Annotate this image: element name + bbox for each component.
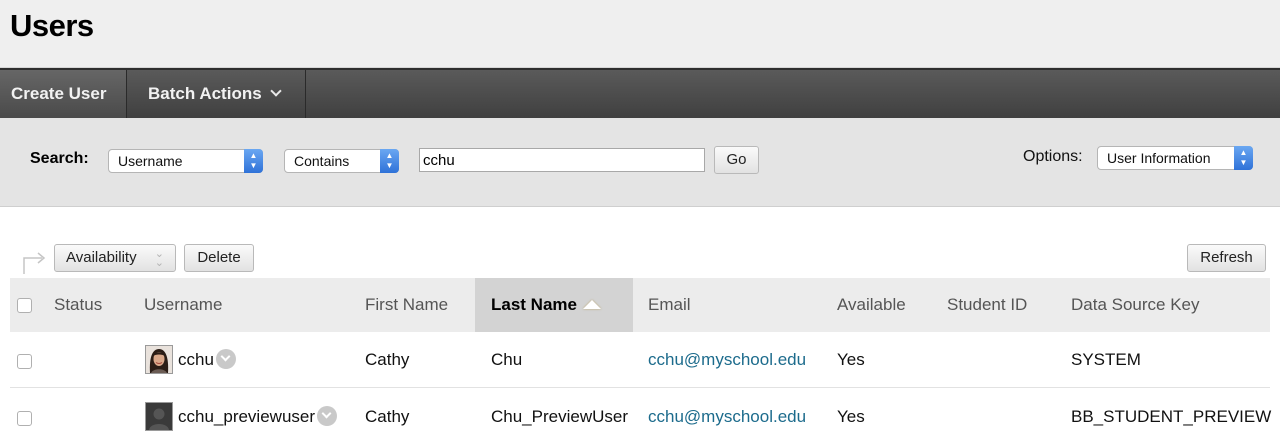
search-field-select[interactable]: Username ▲ ▼ [108, 149, 263, 173]
availability-label: Availability [66, 249, 137, 266]
last-name-cell: Chu [491, 350, 523, 369]
create-user-button[interactable]: Create User [0, 70, 127, 118]
email-link[interactable]: cchu@myschool.edu [648, 389, 806, 443]
row-checkbox[interactable] [17, 411, 32, 426]
column-last-name[interactable]: Last Name [475, 278, 633, 332]
available-cell: Yes [837, 407, 865, 426]
column-status[interactable]: Status [54, 278, 102, 332]
username-cell[interactable]: cchu_previewuser [178, 389, 338, 443]
delete-button[interactable]: Delete [184, 244, 254, 272]
batch-actions-menu[interactable]: Batch Actions [127, 70, 306, 118]
user-avatar [145, 345, 173, 374]
username-text: cchu [178, 350, 214, 369]
column-username[interactable]: Username [144, 278, 222, 332]
search-operator-value: Contains [294, 153, 350, 169]
search-label: Search: [30, 150, 89, 167]
batch-actions-label: Batch Actions [148, 84, 262, 103]
username-cell[interactable]: cchu [178, 332, 236, 388]
options-value: User Information [1107, 150, 1211, 166]
availability-button[interactable]: Availability ⌄ ⌄ [54, 244, 176, 272]
username-text: cchu_previewuser [178, 407, 316, 426]
double-chevron-down-icon: ⌄ ⌄ [154, 248, 164, 269]
column-available[interactable]: Available [837, 278, 906, 332]
column-data-source-key[interactable]: Data Source Key [1071, 278, 1200, 332]
select-arrows-icon: ▲ ▼ [1234, 146, 1253, 170]
context-menu-icon[interactable] [215, 348, 236, 369]
action-bar: Create User Batch Actions [0, 68, 1280, 118]
options-label: Options: [1023, 148, 1083, 165]
select-arrows-icon: ▲ ▼ [244, 149, 263, 173]
context-menu-icon[interactable] [317, 405, 338, 426]
search-bar: Search: Username ▲▼ Contains ▲▼ Go Optio… [0, 118, 1280, 207]
column-email[interactable]: Email [648, 278, 691, 332]
default-silhouette-icon [146, 403, 172, 430]
first-name-cell: Cathy [365, 350, 410, 369]
table-row: cchu_previewuser Cathy Chu_PreviewUser c… [10, 389, 1272, 443]
table-header: Status Username First Name Last Name Ema… [10, 278, 1270, 332]
selected-items-arrow-icon [23, 252, 46, 274]
column-first-name[interactable]: First Name [365, 278, 448, 332]
create-user-label: Create User [11, 84, 107, 103]
column-last-name-label: Last Name [491, 295, 577, 314]
select-all-checkbox[interactable] [17, 298, 32, 313]
page-header: Users [0, 0, 1280, 68]
table-row: cchu Cathy Chu cchu@myschool.edu Yes SYS… [10, 332, 1270, 388]
last-name-cell: Chu_PreviewUser [491, 407, 628, 426]
refresh-button[interactable]: Refresh [1187, 244, 1266, 272]
photo-avatar-icon [146, 346, 172, 373]
search-operator-select[interactable]: Contains ▲ ▼ [284, 149, 399, 173]
go-button[interactable]: Go [714, 146, 759, 174]
first-name-cell: Cathy [365, 407, 410, 426]
search-field-value: Username [118, 153, 183, 169]
data-source-key-cell: SYSTEM [1071, 350, 1141, 369]
search-input[interactable] [419, 148, 705, 172]
options-select[interactable]: User Information ▲ ▼ [1097, 146, 1253, 170]
email-link[interactable]: cchu@myschool.edu [648, 332, 806, 388]
row-checkbox[interactable] [17, 354, 32, 369]
chevron-down-icon [270, 85, 282, 97]
available-cell: Yes [837, 350, 865, 369]
page-title: Users [10, 8, 94, 43]
user-avatar [145, 402, 173, 431]
column-student-id[interactable]: Student ID [947, 278, 1027, 332]
select-arrows-icon: ▲ ▼ [380, 149, 399, 173]
sort-ascending-icon [582, 300, 601, 309]
data-source-key-cell: BB_STUDENT_PREVIEW [1071, 407, 1272, 426]
